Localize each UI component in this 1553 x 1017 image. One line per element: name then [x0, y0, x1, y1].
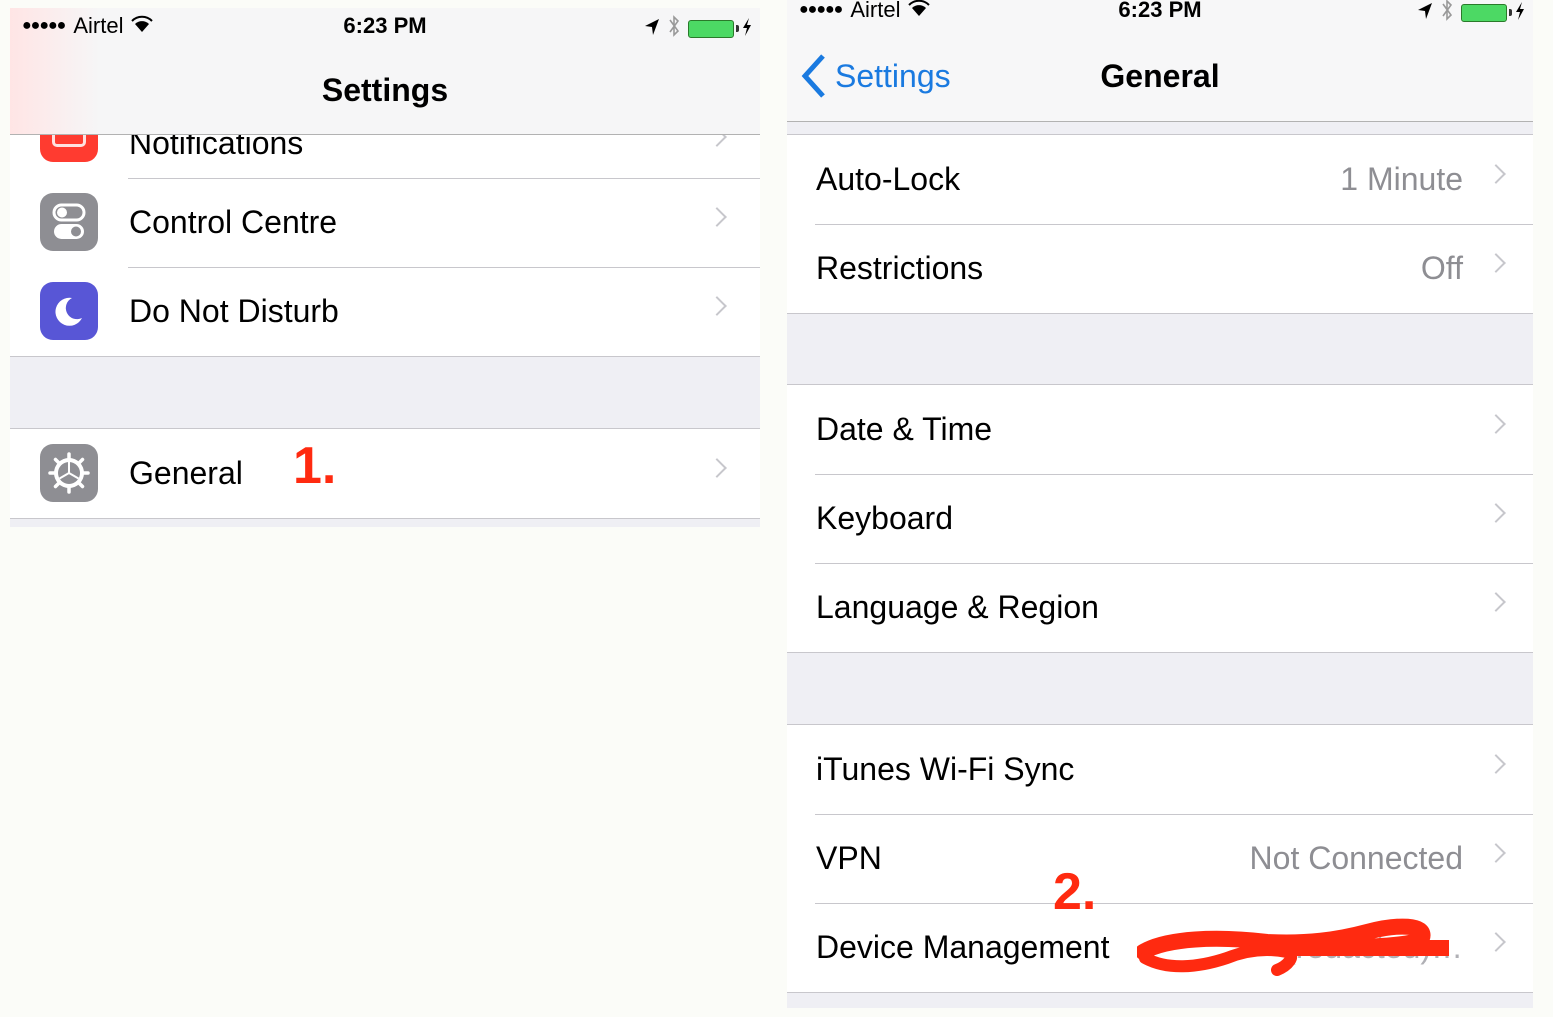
moon-icon	[40, 282, 98, 340]
annotation-step-1: 1.	[293, 437, 337, 495]
settings-item-general[interactable]: General	[10, 429, 760, 518]
chevron-right-icon	[1486, 414, 1506, 434]
settings-item-do-not-disturb[interactable]: Do Not Disturb	[10, 267, 760, 356]
general-item-restrictions[interactable]: Restrictions Off	[787, 224, 1533, 313]
page-title: General	[1100, 58, 1220, 94]
navigation-bar: ●●●●● Airtel 6:23 PM Settings General	[787, 0, 1533, 122]
status-bar: ●●●●● Airtel 6:23 PM	[10, 8, 760, 44]
bluetooth-icon	[668, 14, 680, 44]
settings-group-1: General	[10, 428, 760, 519]
chevron-right-icon	[1486, 164, 1506, 184]
vpn-status-value: Not Connected	[1249, 840, 1463, 876]
general-item-language-region[interactable]: Language & Region	[787, 563, 1533, 652]
chevron-right-icon	[1486, 503, 1506, 523]
navigation-bar: ●●●●● Airtel 6:23 PM Settings	[10, 8, 760, 135]
restrictions-value: Off	[1420, 250, 1463, 286]
general-item-itunes-wifi-sync[interactable]: iTunes Wi-Fi Sync	[787, 725, 1533, 814]
chevron-right-icon	[1486, 592, 1506, 612]
general-screen: ●●●●● Airtel 6:23 PM Settings General Au…	[787, 0, 1533, 1008]
chevron-right-icon	[1486, 253, 1506, 273]
control-centre-icon	[40, 193, 98, 251]
settings-group-0: Notifications Control Centre Do Not Dist…	[10, 104, 760, 357]
general-item-keyboard[interactable]: Keyboard	[787, 474, 1533, 563]
chevron-right-icon	[707, 458, 727, 478]
settings-item-control-centre[interactable]: Control Centre	[10, 178, 760, 267]
annotation-step-2: 2.	[1053, 863, 1097, 921]
general-group-1: Date & Time Keyboard Language & Region	[787, 384, 1533, 653]
battery-icon	[1461, 4, 1512, 22]
status-bar: ●●●●● Airtel 6:23 PM	[787, 0, 1533, 28]
chevron-right-icon	[1486, 932, 1506, 952]
settings-screen: Notifications Control Centre Do Not Dist…	[10, 8, 760, 527]
redaction-scribble	[1137, 918, 1449, 976]
location-icon	[644, 16, 660, 42]
chevron-right-icon	[707, 296, 727, 316]
chevron-right-icon	[1486, 843, 1506, 863]
location-icon	[1417, 0, 1433, 26]
bluetooth-icon	[1441, 0, 1453, 28]
general-item-date-time[interactable]: Date & Time	[787, 385, 1533, 474]
battery-icon	[688, 20, 739, 38]
general-item-vpn[interactable]: VPN Not Connected	[787, 814, 1533, 903]
auto-lock-value: 1 Minute	[1340, 161, 1463, 197]
charging-icon	[742, 16, 752, 42]
charging-icon	[1515, 0, 1525, 26]
chevron-right-icon	[1486, 754, 1506, 774]
gear-icon	[40, 444, 98, 502]
page-title: Settings	[321, 72, 449, 108]
general-item-auto-lock[interactable]: Auto-Lock 1 Minute	[787, 135, 1533, 224]
general-group-0: Auto-Lock 1 Minute Restrictions Off	[787, 134, 1533, 314]
chevron-right-icon	[707, 207, 727, 227]
